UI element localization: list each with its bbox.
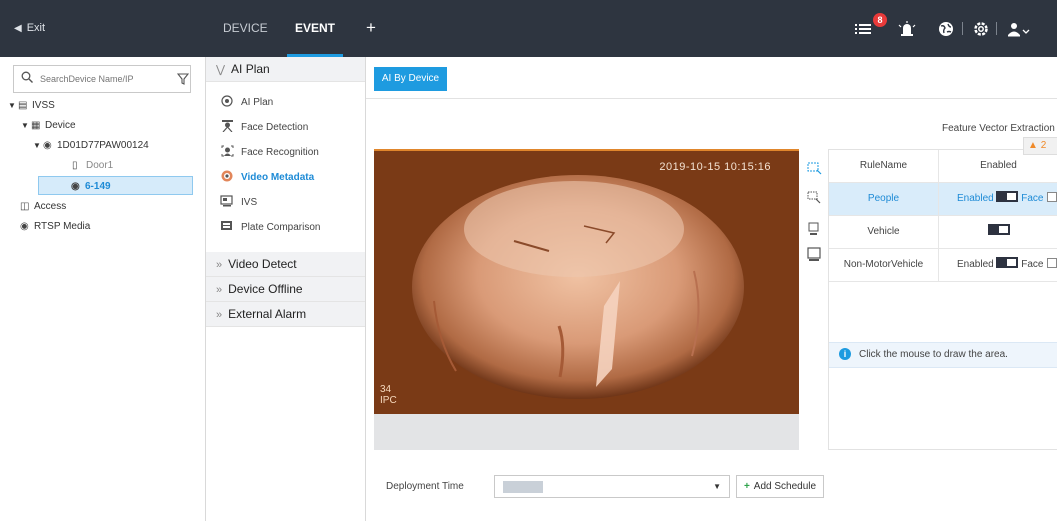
tree-node-recorder[interactable]: ▼ ◉ 1D01D77PAW00124 [33,136,149,155]
chevron-up-icon: ⋁ [216,64,226,76]
face-recognition-icon [221,145,234,157]
tree-node-door[interactable]: ▯ Door1 [72,156,113,175]
search-icon [21,71,33,83]
back-arrow-icon: ◀ [14,23,22,34]
plus-icon: + [743,481,750,492]
menu-item-face-recognition[interactable]: Face Recognition [220,143,319,163]
caret-down-icon: ▼ [21,121,29,130]
section-video-detect[interactable]: » Video Detect [206,252,365,277]
top-bar: ◀ Exit DEVICE EVENT + 8 [0,0,1057,57]
people-enabled-toggle[interactable] [996,191,1019,202]
filter-icon[interactable] [177,73,189,85]
caret-down-icon: ▼ [8,101,16,110]
chevron-right-icon: » [216,309,223,321]
rule-row-vehicle[interactable]: Vehicle [829,216,1057,249]
caret-down-icon: ▼ [713,482,721,491]
warning-badge[interactable]: ▲ 2 [1023,137,1057,155]
rule-panel: RuleName Enabled People Enabled Face Veh… [828,149,1057,450]
plate-comparison-icon [221,221,232,230]
device-icon: ▦ [31,120,41,131]
add-tab-button[interactable]: + [366,0,376,57]
tab-ai-by-device[interactable]: AI By Device [374,67,447,91]
min-size-icon[interactable] [807,221,822,236]
caret-down-icon: ▼ [33,141,41,150]
max-size-icon[interactable] [807,247,822,262]
alarm-list-icon[interactable] [855,21,873,37]
ai-plan-icon [221,95,233,107]
video-footer [374,414,799,450]
redacted-value [503,481,543,493]
section-device-offline[interactable]: » Device Offline [206,277,365,302]
draw-area-icon[interactable] [807,161,822,176]
deployment-time-select[interactable]: ▼ [494,475,730,498]
draw-rule-icon[interactable] [807,191,822,206]
menu-item-plate-comparison[interactable]: Plate Comparison [220,218,320,238]
fisheye-camera-image [374,151,799,414]
section-external-alarm[interactable]: » External Alarm [206,302,365,327]
divider [996,22,997,35]
warning-icon: ▲ [1028,140,1038,151]
ivs-icon [220,195,233,207]
menu-item-ai-plan[interactable]: AI Plan [220,93,273,113]
event-menu-panel: ⋁ AI Plan AI Plan Face Detection Face Rec… [206,57,366,521]
chevron-right-icon: » [216,259,223,271]
add-schedule-button[interactable]: + Add Schedule [736,475,824,498]
chevron-right-icon: » [216,284,223,296]
siren-icon[interactable] [898,21,916,37]
door-icon: ▯ [72,160,78,171]
tree-node-ivss[interactable]: ▼ ▤ IVSS [8,96,55,115]
search-input[interactable] [40,70,168,88]
feature-vector-extraction: Feature Vector Extraction [942,123,1055,134]
video-timestamp: 2019-10-15 10:15:16 [659,161,771,173]
tab-event[interactable]: EVENT [286,0,344,57]
draw-hint: i Click the mouse to draw the area. [829,342,1057,368]
server-icon: ▤ [18,100,28,111]
tree-node-selected-camera[interactable]: ◉ 6-149 [38,176,193,195]
non-motor-enabled-toggle[interactable] [996,257,1019,268]
draw-toolbar [801,149,828,450]
info-icon: i [839,348,851,360]
tree-node-access[interactable]: ◫ Access [20,197,66,216]
main-content: AI By Device Feature Vector Extraction 2… [366,57,1057,521]
rule-row-non-motor-vehicle[interactable]: Non-MotorVehicle Enabled Face [829,249,1057,282]
user-icon[interactable] [1008,21,1030,37]
video-preview[interactable]: 2019-10-15 10:15:16 34 IPC [374,149,799,414]
device-tree-panel: ▼▤IVSS ▼▦Device ▼◉1D01D77PAW00124 ▯Door1… [0,57,206,521]
rule-row-people[interactable]: People Enabled Face [829,183,1057,216]
access-icon: ◫ [20,201,30,212]
divider [962,22,963,35]
exit-button[interactable]: ◀ Exit [14,0,45,57]
alarm-count-badge: 8 [873,13,887,27]
camera-icon: ◉ [43,140,52,151]
gear-icon[interactable] [973,21,989,37]
deployment-time-label: Deployment Time [386,481,464,492]
menu-item-ivs[interactable]: IVS [220,193,257,213]
globe-icon[interactable] [938,21,954,37]
media-icon: ◉ [20,221,29,232]
tab-device[interactable]: DEVICE [223,0,268,57]
people-face-checkbox[interactable] [1046,192,1057,202]
vehicle-enabled-toggle[interactable] [987,224,1010,235]
face-detection-icon [222,120,233,132]
camera-icon: ◉ [71,181,80,192]
channel-label: 34 IPC [380,384,397,406]
divider [366,98,1057,99]
menu-item-face-detection[interactable]: Face Detection [220,118,308,138]
section-ai-plan[interactable]: ⋁ AI Plan [206,57,365,82]
video-metadata-icon [221,170,233,182]
menu-item-video-metadata[interactable]: Video Metadata [220,168,314,188]
search-box[interactable] [13,65,191,93]
non-motor-face-checkbox[interactable] [1046,258,1057,268]
tree-node-device[interactable]: ▼ ▦ Device [21,116,76,135]
tree-node-rtsp-media[interactable]: ◉ RTSP Media [20,217,90,236]
